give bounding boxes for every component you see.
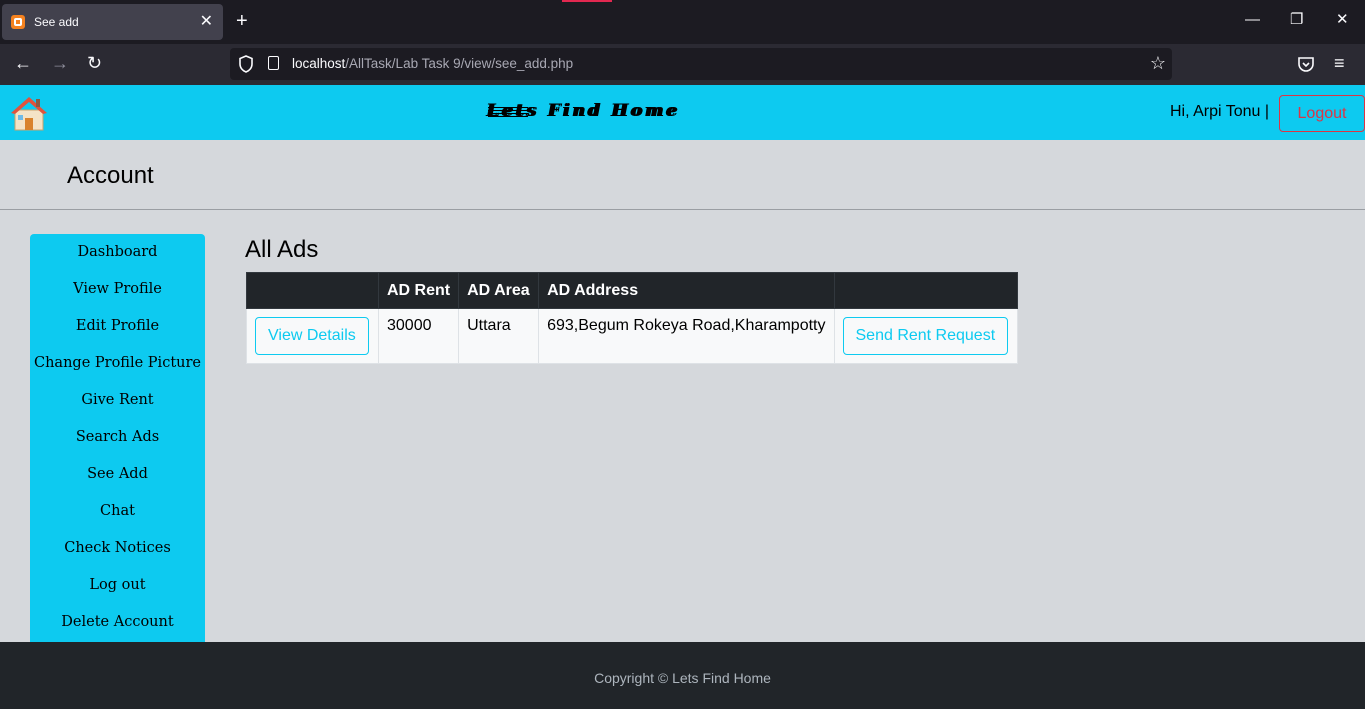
send-rent-request-button[interactable]: Send Rent Request: [842, 317, 1009, 355]
details-cell: View Details: [246, 308, 379, 364]
column-header-actions: [246, 272, 379, 309]
url-text[interactable]: localhost/AllTask/Lab Task 9/view/see_ad…: [292, 56, 573, 71]
footer: Copyright © Lets Find Home: [0, 642, 1365, 709]
address-cell: 693,Begum Rokeya Road,Kharampotty: [538, 308, 835, 364]
copyright-text: Copyright © Lets Find Home: [594, 670, 771, 686]
shield-icon: [239, 55, 253, 73]
column-header-request: [833, 272, 1018, 309]
menu-icon[interactable]: ≡: [1334, 54, 1345, 72]
sidebar-item-change-profile-picture[interactable]: Change Profile Picture: [30, 355, 205, 371]
user-greeting: Hi, Arpi Tonu |: [1170, 103, 1270, 120]
back-arrow-icon[interactable]: ←: [14, 54, 32, 72]
tab-accent-line: [562, 0, 612, 2]
sidebar-item-search-ads[interactable]: Search Ads: [30, 429, 205, 445]
tab-title: See add: [34, 15, 79, 29]
sidebar-item-check-notices[interactable]: Check Notices: [30, 540, 205, 556]
request-cell: Send Rent Request: [833, 308, 1018, 364]
sidebar-item-give-rent[interactable]: Give Rent: [30, 392, 205, 408]
pocket-icon[interactable]: [1297, 56, 1315, 73]
close-tab-icon[interactable]: ✕: [200, 14, 213, 30]
close-window-icon[interactable]: ✕: [1336, 12, 1349, 27]
browser-nav-bar: ← → ↻ localhost/AllTask/Lab Task 9/view/…: [0, 44, 1365, 85]
reload-icon[interactable]: ↻: [87, 54, 102, 72]
column-header-rent: AD Rent: [377, 272, 460, 309]
sidebar-item-dashboard[interactable]: Dashboard: [30, 244, 205, 260]
column-header-area: AD Area: [458, 272, 540, 309]
page-icon: [268, 56, 279, 70]
new-tab-icon[interactable]: +: [236, 11, 248, 31]
home-icon[interactable]: [9, 94, 49, 132]
sidebar-item-chat[interactable]: Chat: [30, 503, 205, 519]
page-title: Account: [67, 162, 154, 189]
rent-cell: 30000: [377, 308, 460, 364]
section-title: All Ads: [245, 236, 319, 263]
sidebar-item-edit-profile[interactable]: Edit Profile: [30, 318, 205, 334]
sidebar-item-see-add[interactable]: See Add: [30, 466, 205, 482]
table-row: View Details 30000 Uttara 693,Begum Roke…: [246, 308, 1018, 364]
sidebar-item-delete-account[interactable]: Delete Account: [30, 614, 205, 630]
table-header-row: AD Rent AD Area AD Address: [246, 272, 1018, 309]
restore-icon[interactable]: ❐: [1290, 12, 1303, 27]
column-header-address: AD Address: [538, 272, 835, 309]
site-header: Lets Find Home Hi, Arpi Tonu | Logout: [0, 85, 1365, 140]
area-cell: Uttara: [458, 308, 540, 364]
view-details-button[interactable]: View Details: [255, 317, 369, 355]
brand-title: Lets Find Home: [488, 101, 682, 121]
logout-button[interactable]: Logout: [1279, 95, 1365, 132]
account-header: Account: [0, 140, 1365, 210]
url-bar[interactable]: localhost/AllTask/Lab Task 9/view/see_ad…: [230, 48, 1172, 80]
browser-tab[interactable]: See add ✕: [2, 4, 223, 40]
sidebar-item-view-profile[interactable]: View Profile: [30, 281, 205, 297]
bookmark-star-icon[interactable]: ☆: [1150, 53, 1166, 74]
ads-table: AD Rent AD Area AD Address View Details …: [246, 272, 1018, 364]
forward-arrow-icon[interactable]: →: [51, 54, 69, 72]
xampp-favicon-icon: [11, 15, 25, 29]
url-host: localhost: [292, 56, 346, 71]
sidebar-item-log-out[interactable]: Log out: [30, 577, 205, 593]
url-path: /AllTask/Lab Task 9/view/see_add.php: [345, 56, 574, 71]
browser-tab-bar: See add ✕ + — ❐ ✕: [0, 0, 1365, 44]
sidebar: Dashboard View Profile Edit Profile Chan…: [30, 234, 205, 642]
minimize-icon[interactable]: —: [1245, 12, 1260, 27]
